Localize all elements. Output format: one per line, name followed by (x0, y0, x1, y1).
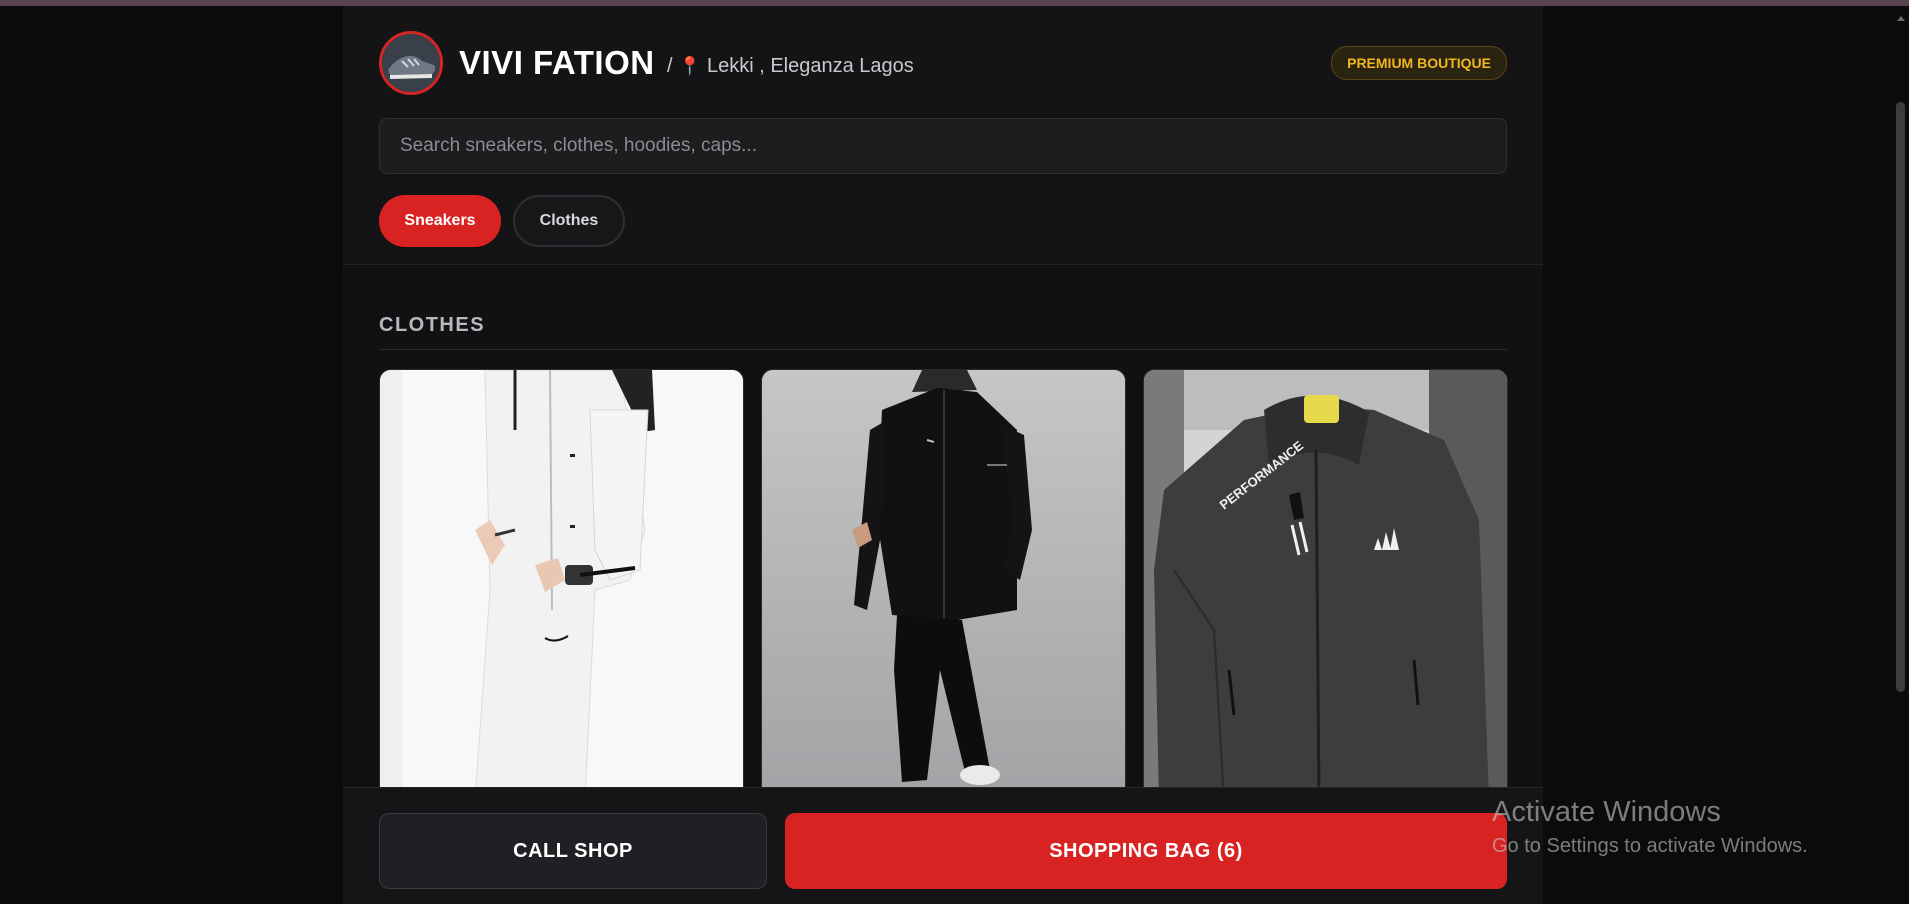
shop-header: VIVI FATION / 📍 Lekki , Eleganza Lagos P… (343, 6, 1543, 265)
section-divider (379, 349, 1507, 350)
tab-clothes[interactable]: Clothes (513, 195, 625, 247)
sneaker-logo-image (382, 34, 440, 92)
bottom-action-bar: CALL SHOP SHOPPING BAG (6) (343, 787, 1543, 904)
location-text: Lekki , Eleganza Lagos (706, 55, 914, 77)
product-image-adidas-jacket: PERFORMANCE (1144, 370, 1507, 800)
shop-location: / 📍 Lekki , Eleganza Lagos (667, 55, 914, 78)
scrollbar-thumb[interactable] (1896, 102, 1905, 692)
map-pin-icon: 📍 (678, 56, 701, 76)
location-separator: / (667, 55, 673, 77)
product-image-black-tracksuit (762, 370, 1125, 800)
shop-logo[interactable] (379, 31, 443, 95)
search-input[interactable] (379, 118, 1507, 174)
windows-activation-watermark: Activate Windows Go to Settings to activ… (1492, 796, 1808, 858)
shop-name: VIVI FATION (459, 44, 655, 81)
shop-page: VIVI FATION / 📍 Lekki , Eleganza Lagos P… (343, 6, 1543, 904)
scrollbar[interactable] (1892, 6, 1909, 904)
call-shop-button[interactable]: CALL SHOP (379, 813, 767, 889)
section-title: CLOTHES (379, 314, 486, 336)
product-image-white-tracksuit (380, 370, 743, 800)
watermark-subtitle: Go to Settings to activate Windows. (1492, 835, 1808, 857)
premium-badge: PREMIUM BOUTIQUE (1331, 46, 1507, 80)
shopping-bag-button[interactable]: SHOPPING BAG (6) (785, 813, 1507, 889)
watermark-title: Activate Windows (1492, 796, 1721, 828)
tab-sneakers[interactable]: Sneakers (379, 195, 501, 247)
product-card[interactable]: PERFORMANCE (1143, 369, 1508, 801)
scroll-up-arrow-icon[interactable] (1897, 16, 1905, 21)
product-card[interactable] (761, 369, 1126, 801)
product-card[interactable] (379, 369, 744, 801)
